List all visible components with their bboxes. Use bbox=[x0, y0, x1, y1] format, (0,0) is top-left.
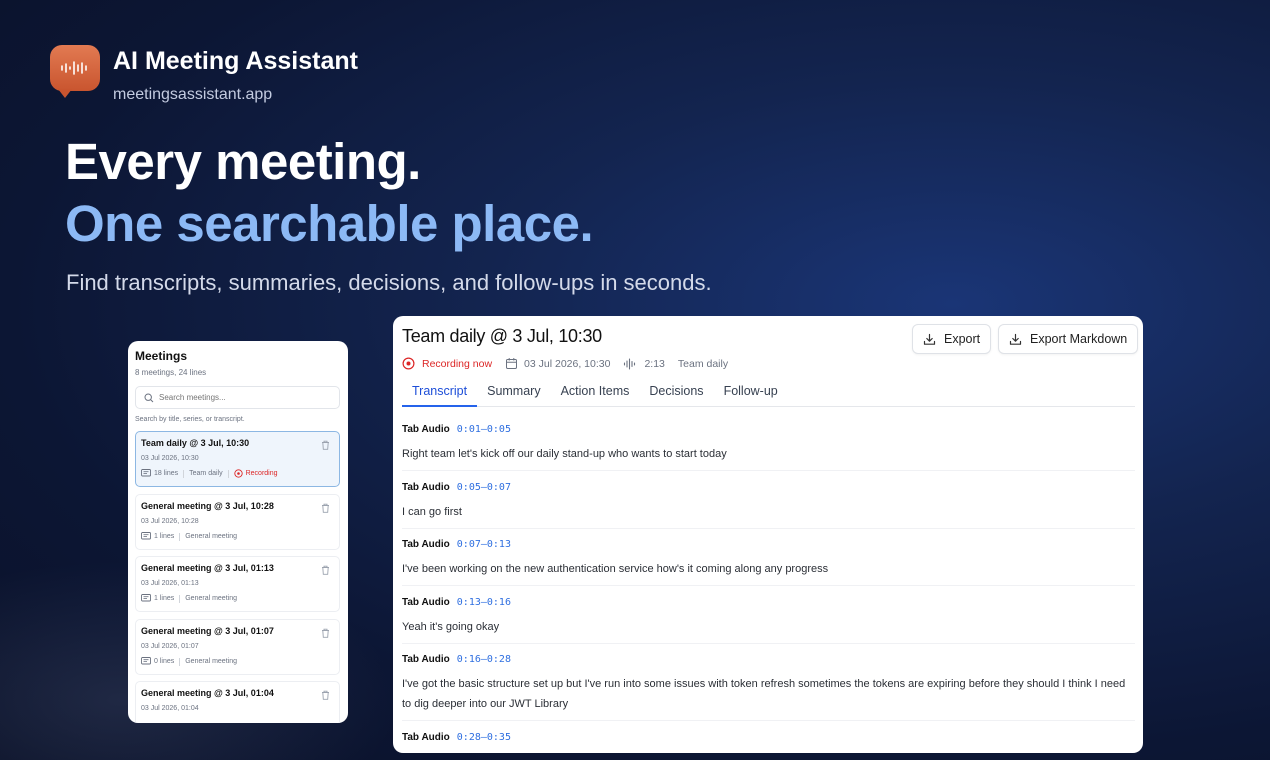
meeting-duration: 2:13 bbox=[644, 357, 665, 370]
recording-icon bbox=[233, 469, 243, 478]
transcript-text: I've been working on the new authenticat… bbox=[402, 563, 829, 575]
meeting-series: General meeting bbox=[185, 595, 237, 602]
search-box[interactable] bbox=[135, 386, 340, 409]
meeting-series: General meeting bbox=[185, 658, 237, 665]
search-icon bbox=[144, 392, 154, 402]
transcript-text: I can go first bbox=[402, 506, 462, 518]
transcript-text: I've got the basic structure set up but … bbox=[402, 678, 1126, 710]
timestamp-link[interactable]: 0:16–0:28 bbox=[457, 654, 511, 665]
meeting-title: General meeting @ 3 Jul, 01:13 bbox=[141, 563, 274, 573]
recording-status: Recording now bbox=[422, 357, 493, 370]
meeting-list-item[interactable]: Team daily @ 3 Jul, 10:30 03 Jul 2026, 1… bbox=[135, 431, 340, 487]
audio-waveform-icon bbox=[624, 357, 636, 370]
timestamp-link[interactable]: 0:01–0:05 bbox=[457, 424, 511, 435]
tab-follow-up[interactable]: Follow-up bbox=[714, 374, 788, 407]
export-button[interactable]: Export bbox=[912, 324, 992, 354]
hero-headline: Every meeting. bbox=[65, 133, 421, 190]
meeting-title: General meeting @ 3 Jul, 01:07 bbox=[141, 626, 274, 636]
tab-transcript[interactable]: Transcript bbox=[402, 374, 478, 407]
meeting-title: General meeting @ 3 Jul, 10:28 bbox=[141, 501, 274, 511]
transcript-icon bbox=[141, 657, 151, 665]
export-label: Export bbox=[944, 332, 981, 346]
recording-status: Recording bbox=[245, 470, 278, 477]
meeting-series: Team daily bbox=[677, 357, 729, 370]
transcript-entry: Tab Audio 0:05–0:07 I can go first bbox=[402, 482, 1135, 529]
meeting-title: Team daily @ 3 Jul, 10:30 bbox=[141, 438, 250, 448]
meeting-list-item[interactable]: General meeting @ 3 Jul, 10:28 03 Jul 20… bbox=[135, 494, 340, 550]
transcript-icon bbox=[141, 532, 151, 540]
meeting-title: General meeting @ 3 Jul, 01:04 bbox=[141, 688, 274, 698]
download-icon bbox=[923, 333, 936, 345]
audio-waveform-logo-icon bbox=[50, 45, 100, 98]
tab-summary[interactable]: Summary bbox=[477, 374, 550, 407]
speaker-name: Tab Audio bbox=[402, 597, 450, 608]
export-markdown-label: Export Markdown bbox=[1030, 332, 1128, 346]
meeting-series: General meeting bbox=[185, 533, 237, 540]
meeting-date: 03 Jul 2026, 10:28 bbox=[141, 518, 199, 525]
timestamp-link[interactable]: 0:13–0:16 bbox=[457, 597, 511, 608]
speaker-name: Tab Audio bbox=[402, 654, 450, 665]
recording-icon bbox=[402, 357, 415, 370]
transcript-entry: Tab Audio 0:13–0:16 Yeah it's going okay bbox=[402, 597, 1135, 644]
brand: AI Meeting Assistant meetingsassistant.a… bbox=[50, 45, 358, 104]
meeting-date: 03 Jul 2026, 01:13 bbox=[141, 580, 199, 587]
app-url: meetingsassistant.app bbox=[113, 85, 273, 103]
sidebar-count: 8 meetings, 24 lines bbox=[135, 368, 207, 377]
transcript-text: Yeah it's going okay bbox=[402, 621, 500, 633]
meeting-date: 03 Jul 2026, 10:30 bbox=[141, 455, 199, 462]
transcript-icon bbox=[141, 469, 151, 477]
meeting-lines: 0 lines bbox=[154, 658, 175, 665]
trash-icon[interactable] bbox=[321, 628, 330, 638]
timestamp-link[interactable]: 0:07–0:13 bbox=[457, 539, 511, 550]
export-markdown-button[interactable]: Export Markdown bbox=[998, 324, 1139, 354]
download-icon bbox=[1009, 333, 1022, 345]
sidebar-title: Meetings bbox=[135, 349, 188, 363]
timestamp-link[interactable]: 0:05–0:07 bbox=[457, 482, 511, 493]
meeting-list-item[interactable]: General meeting @ 3 Jul, 01:04 03 Jul 20… bbox=[135, 681, 340, 723]
meeting-date: 03 Jul 2026, 10:30 bbox=[524, 357, 611, 370]
meeting-date: 03 Jul 2026, 01:07 bbox=[141, 643, 199, 650]
speaker-name: Tab Audio bbox=[402, 732, 450, 743]
transcript-entry: Tab Audio 0:07–0:13 I've been working on … bbox=[402, 539, 1135, 586]
transcript-entry: Tab Audio 0:01–0:05 Right team let's kick… bbox=[402, 424, 1135, 471]
meeting-list-item[interactable]: General meeting @ 3 Jul, 01:13 03 Jul 20… bbox=[135, 556, 340, 612]
meeting-tabs: Transcript Summary Action Items Decision… bbox=[402, 374, 1135, 407]
hero-headline-highlight: One searchable place. bbox=[65, 195, 594, 252]
app-title: AI Meeting Assistant bbox=[113, 47, 358, 75]
trash-icon[interactable] bbox=[321, 565, 330, 575]
meeting-date: 03 Jul 2026, 01:04 bbox=[141, 705, 199, 712]
meeting-lines: 1 lines bbox=[154, 595, 175, 602]
meeting-lines: 18 lines bbox=[154, 470, 179, 477]
meetings-sidebar: Meetings 8 meetings, 24 lines Search by … bbox=[128, 341, 348, 723]
speaker-name: Tab Audio bbox=[402, 482, 450, 493]
speaker-name: Tab Audio bbox=[402, 424, 450, 435]
search-input[interactable] bbox=[159, 393, 329, 402]
meeting-lines: 1 lines bbox=[154, 533, 175, 540]
timestamp-link[interactable]: 0:28–0:35 bbox=[457, 732, 511, 743]
trash-icon[interactable] bbox=[321, 503, 330, 513]
trash-icon[interactable] bbox=[321, 440, 330, 450]
hero-subtitle: Find transcripts, summaries, decisions, … bbox=[66, 270, 712, 295]
transcript-entry: Tab Audio 0:28–0:35 bbox=[402, 732, 1135, 753]
tab-action-items[interactable]: Action Items bbox=[551, 374, 640, 407]
transcript-text: Right team let's kick off our daily stan… bbox=[402, 448, 727, 460]
search-hint: Search by title, series, or transcript. bbox=[135, 416, 245, 423]
speaker-name: Tab Audio bbox=[402, 539, 450, 550]
transcript-entry: Tab Audio 0:16–0:28 I've got the basic st… bbox=[402, 654, 1135, 721]
calendar-icon bbox=[506, 358, 518, 369]
meeting-series: Team daily bbox=[189, 470, 223, 477]
meeting-list-item[interactable]: General meeting @ 3 Jul, 01:07 03 Jul 20… bbox=[135, 619, 340, 675]
meeting-detail-panel: Team daily @ 3 Jul, 10:30 Export Export … bbox=[393, 316, 1143, 753]
trash-icon[interactable] bbox=[321, 690, 330, 700]
meeting-title: Team daily @ 3 Jul, 10:30 bbox=[402, 326, 602, 346]
meeting-meta: Recording now 03 Jul 2026, 10:30 2:13 Te… bbox=[402, 357, 728, 370]
tab-decisions[interactable]: Decisions bbox=[639, 374, 713, 407]
transcript-icon bbox=[141, 594, 151, 602]
